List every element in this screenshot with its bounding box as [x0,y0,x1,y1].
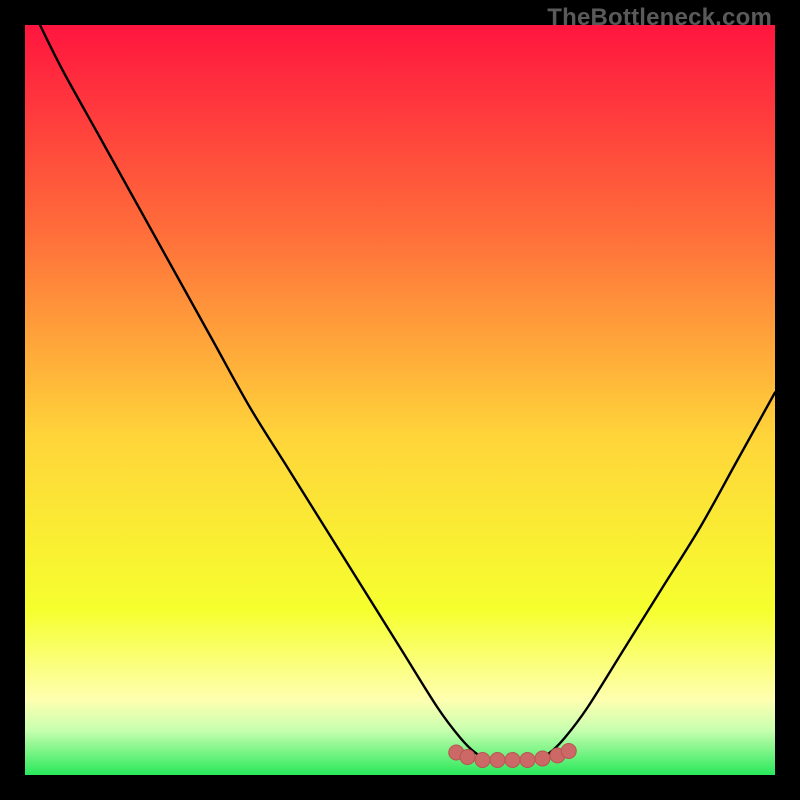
plot-svg [25,25,775,775]
highlight-marker [460,750,475,765]
watermark-text: TheBottleneck.com [547,4,772,32]
highlight-marker [535,751,550,766]
plot-area [25,25,775,775]
highlight-marker [490,753,505,768]
highlight-marker [520,753,535,768]
gradient-bg [25,25,775,775]
highlight-marker [561,744,576,759]
highlight-marker [475,753,490,768]
highlight-marker [505,753,520,768]
chart-stage: TheBottleneck.com [0,0,800,800]
